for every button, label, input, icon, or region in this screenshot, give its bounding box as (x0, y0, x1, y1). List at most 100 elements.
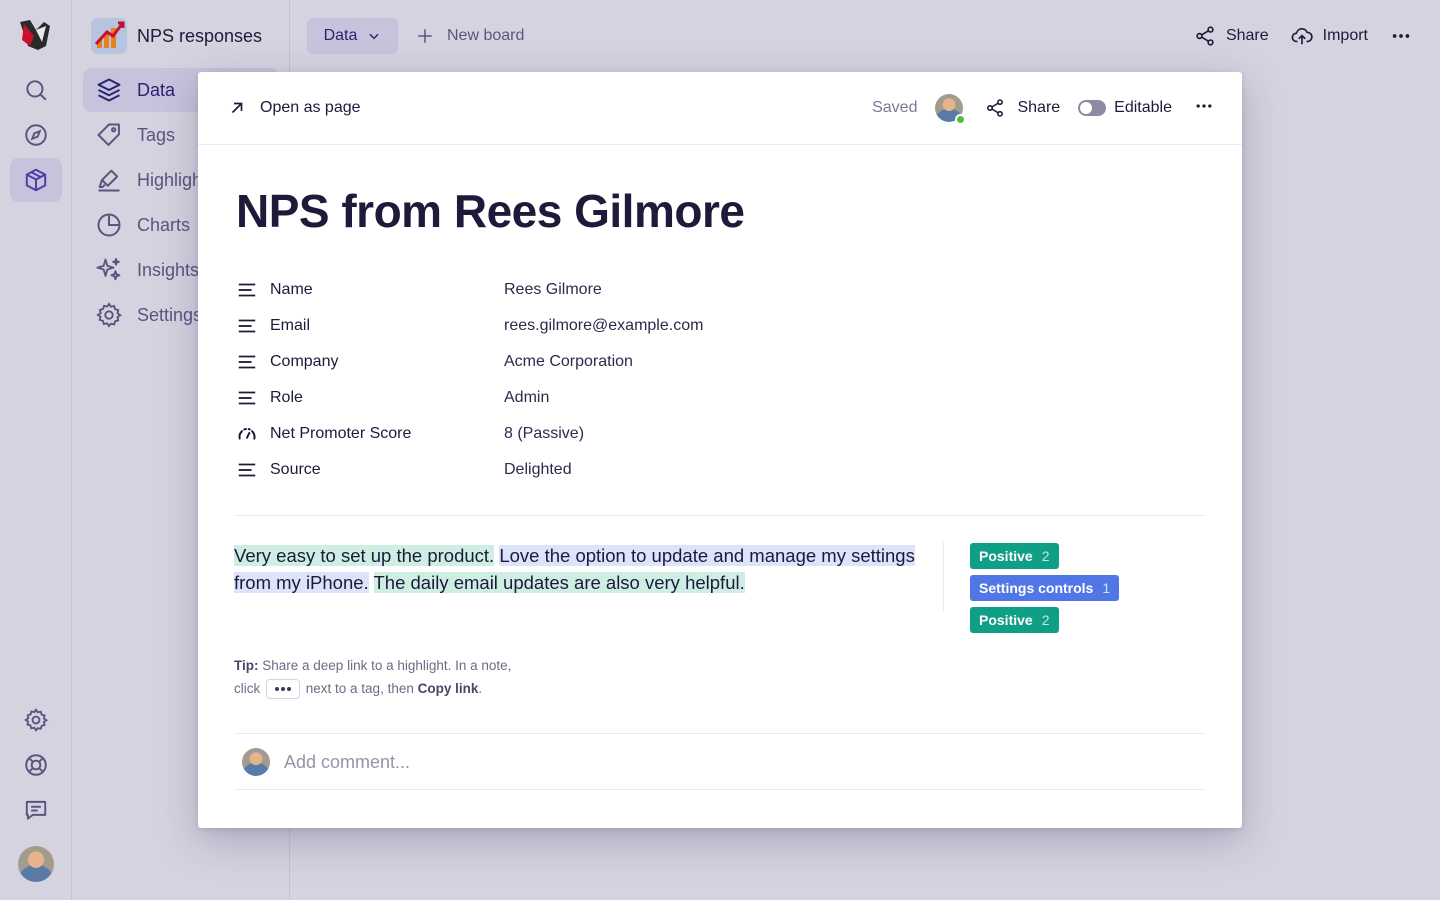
divider (234, 733, 1206, 734)
tag-count: 2 (1041, 548, 1050, 564)
tag-label: Positive (979, 612, 1033, 628)
share-icon (1196, 26, 1214, 46)
tag-label: Positive (979, 548, 1033, 564)
editable-toggle[interactable] (1078, 100, 1107, 116)
more-horizontal-icon (1196, 103, 1212, 108)
property-label: Role (270, 389, 303, 406)
text-lines-icon (238, 463, 256, 477)
note-title[interactable]: NPS from Rees Gilmore (236, 184, 745, 238)
open-as-page-button[interactable]: Open as page (228, 96, 361, 120)
top-bar: Data New board Share Import (291, 0, 1440, 72)
property-label: Company (270, 353, 339, 370)
property-row-company[interactable]: Company Acme Corporation (236, 344, 936, 380)
tag-chip-positive[interactable]: Positive 2 (970, 543, 1059, 569)
gear-icon (96, 302, 122, 328)
vertical-divider (943, 542, 944, 612)
property-value[interactable]: 8 (Passive) (504, 425, 584, 443)
property-value[interactable]: rees.gilmore@example.com (504, 317, 703, 335)
text-lines-icon (238, 355, 256, 369)
board-icon (91, 18, 127, 54)
property-row-role[interactable]: Role Admin (236, 380, 936, 416)
modal-more-button[interactable] (1194, 96, 1214, 121)
compass-icon (25, 124, 47, 146)
cube-icon (25, 168, 47, 192)
text-segment (369, 572, 374, 593)
highlight-segment[interactable]: Very easy to set up the product. (234, 545, 495, 566)
text-lines-icon (238, 319, 256, 333)
app-rail (0, 0, 72, 900)
import-button[interactable]: Import (1291, 25, 1368, 47)
tip-line-2-start: click (234, 681, 261, 696)
property-row-nps[interactable]: Net Promoter Score 8 (Passive) (236, 416, 936, 452)
comment-input[interactable] (284, 751, 1084, 773)
help-button[interactable] (10, 743, 62, 787)
workspace-logo[interactable] (16, 16, 54, 54)
property-row-name[interactable]: Name Rees Gilmore (236, 272, 936, 308)
tip-line-2-mid: next to a tag, then (302, 681, 418, 696)
highlight-tags: Positive 2 Settings controls 1 Positive … (970, 543, 1120, 633)
modal-actions: Saved Share Editable (872, 90, 1214, 126)
projects-button[interactable] (10, 158, 62, 202)
modal-share-button[interactable]: Share (985, 98, 1060, 118)
sparkle-icon (96, 257, 121, 281)
note-modal: Open as page Saved Share Editable NPS fr… (198, 72, 1242, 828)
view-selector[interactable]: Data (307, 18, 398, 54)
pie-chart-icon (97, 213, 121, 237)
more-horizontal-icon (1392, 34, 1410, 38)
comment-composer (242, 747, 1084, 777)
tag-label: Settings controls (979, 580, 1094, 596)
feedback-button[interactable] (10, 788, 62, 832)
layers-icon (97, 78, 121, 102)
property-label: Net Promoter Score (270, 425, 412, 442)
highlight-segment[interactable]: The daily email updates are also very he… (373, 572, 745, 593)
sidebar-item-label: Insights (137, 259, 200, 280)
explore-button[interactable] (10, 113, 62, 157)
user-avatar[interactable] (18, 846, 54, 882)
property-label: Source (270, 461, 321, 478)
sidebar-item-label: Data (137, 79, 176, 100)
search-button[interactable] (10, 68, 62, 112)
tip-line-1: Share a deep link to a highlight. In a n… (258, 658, 512, 673)
tip-copy-link: Copy link (417, 681, 479, 696)
property-value[interactable]: Delighted (504, 461, 572, 479)
editable-label: Editable (1114, 99, 1172, 116)
collaborator-avatar[interactable] (935, 94, 967, 125)
cloud-upload-icon (1291, 27, 1313, 45)
tip-text: Tip: Share a deep link to a highlight. I… (234, 654, 511, 700)
save-status: Saved (872, 99, 918, 116)
workspace-settings-button[interactable] (10, 698, 62, 742)
open-as-page-label: Open as page (260, 99, 361, 116)
more-key-hint (266, 679, 301, 700)
text-lines-icon (238, 391, 256, 405)
note-body[interactable]: Very easy to set up the product. Love th… (234, 542, 924, 596)
text-lines-icon (238, 283, 256, 297)
tag-count: 1 (1102, 580, 1111, 596)
new-board-label: New board (447, 27, 525, 44)
board-title: NPS responses (137, 25, 263, 46)
gauge-icon (238, 427, 256, 440)
property-value[interactable]: Acme Corporation (504, 353, 633, 371)
property-label: Name (270, 281, 313, 298)
arrow-up-right-icon (231, 102, 243, 114)
property-value[interactable]: Admin (504, 389, 549, 407)
import-label: Import (1322, 27, 1368, 44)
divider (234, 515, 1206, 516)
property-label: Email (270, 317, 311, 334)
commenter-avatar (242, 748, 270, 776)
new-board-button[interactable]: New board (415, 18, 524, 54)
more-horizontal-icon (275, 687, 292, 692)
tag-count: 2 (1041, 612, 1050, 628)
tag-chip-settings-controls[interactable]: Settings controls 1 (970, 575, 1120, 601)
gear-icon (24, 708, 49, 732)
divider (234, 789, 1206, 790)
more-options-button[interactable] (1390, 25, 1412, 47)
tip-prefix: Tip: (234, 658, 259, 673)
search-icon (26, 80, 47, 101)
share-button[interactable]: Share (1194, 25, 1269, 47)
tag-chip-positive[interactable]: Positive 2 (970, 607, 1059, 633)
property-row-source[interactable]: Source Delighted (236, 452, 936, 488)
modal-share-label: Share (1017, 99, 1061, 116)
property-value[interactable]: Rees Gilmore (504, 281, 602, 299)
property-row-email[interactable]: Email rees.gilmore@example.com (236, 308, 936, 344)
board-header[interactable]: NPS responses (91, 18, 262, 54)
